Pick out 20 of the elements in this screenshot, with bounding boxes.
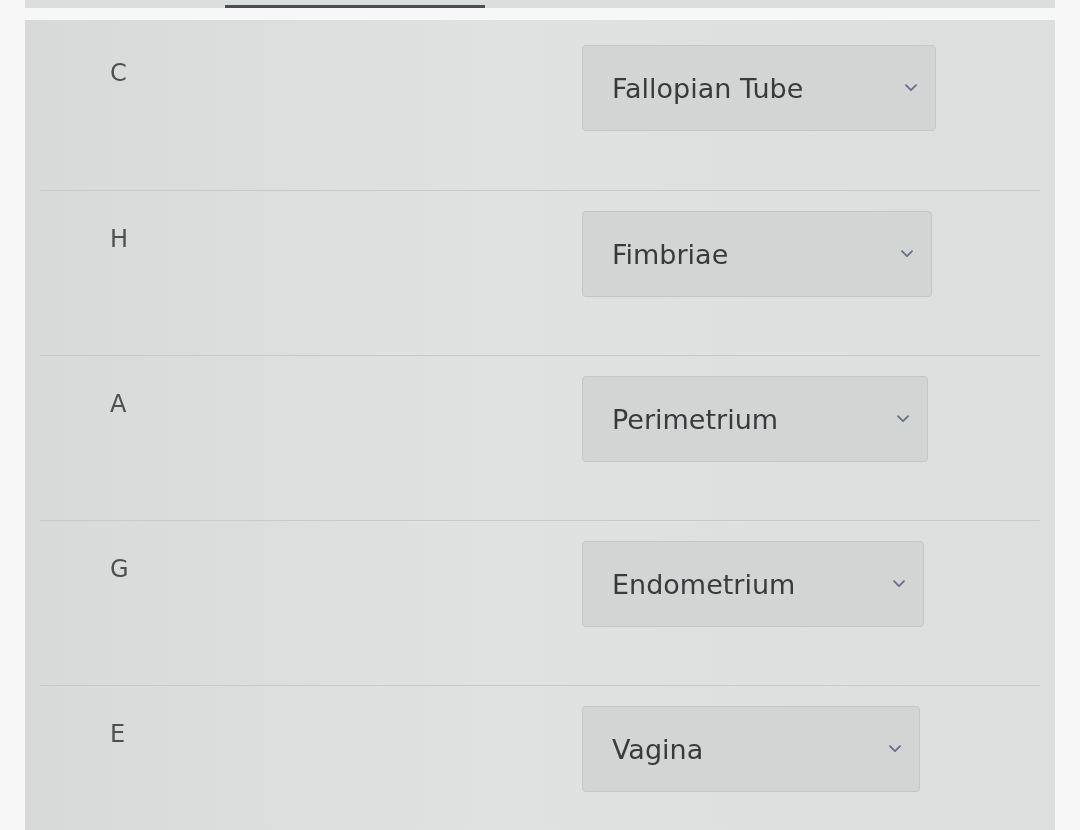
answer-dropdown[interactable]: Vagina <box>582 706 920 792</box>
dropdown-value: Fimbriae <box>612 238 729 270</box>
dropdown-value: Perimetrium <box>612 403 779 435</box>
chevron-down-icon <box>889 745 901 753</box>
item-letter: G <box>109 554 130 583</box>
dropdown-value: Vagina <box>612 733 704 765</box>
chevron-down-icon <box>893 580 905 588</box>
item-letter: C <box>109 58 128 87</box>
answer-dropdown[interactable]: Perimetrium <box>582 376 928 462</box>
chevron-down-icon <box>901 250 913 258</box>
answer-dropdown[interactable]: Fimbriae <box>582 211 932 297</box>
chevron-down-icon <box>905 84 917 92</box>
answer-dropdown[interactable]: Fallopian Tube <box>582 45 936 131</box>
answer-dropdown[interactable]: Endometrium <box>582 541 924 627</box>
dropdown-value: Fallopian Tube <box>612 72 804 104</box>
chevron-down-icon <box>897 415 909 423</box>
item-letter: E <box>109 719 127 748</box>
item-letter: A <box>109 389 128 418</box>
dropdown-value: Endometrium <box>612 568 796 600</box>
item-letter: H <box>109 224 130 253</box>
